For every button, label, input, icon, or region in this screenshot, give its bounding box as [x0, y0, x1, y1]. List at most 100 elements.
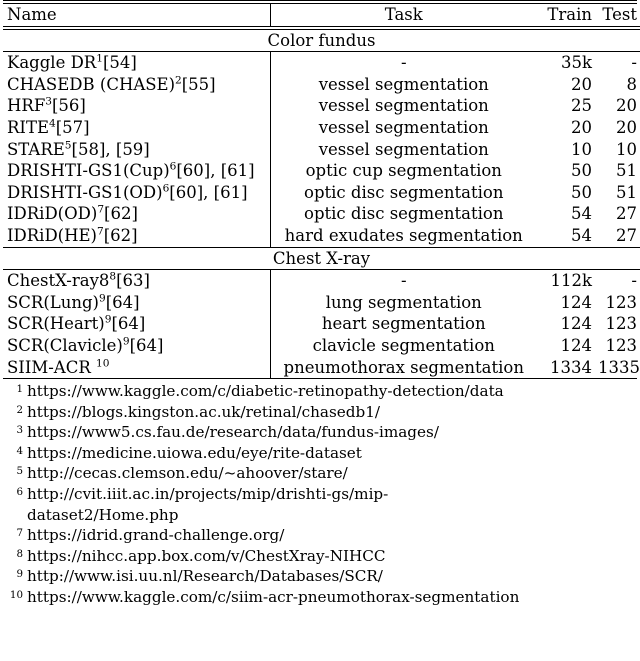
train-cell: 50 [571, 161, 592, 181]
citation-refs: [63] [116, 271, 150, 291]
footnote-url[interactable]: https://www5.cs.fau.de/research/data/fun… [27, 422, 637, 443]
footnote-marker[interactable]: 3 [45, 96, 52, 108]
train-cell: 1334 [550, 357, 592, 377]
table-row[interactable]: STARE5[58], [59] vessel segmentation 10 10 [3, 138, 640, 161]
footnote-item: 2 https://blogs.kingston.ac.uk/retinal/ch… [3, 402, 637, 423]
dataset-name-text: STARE [7, 139, 65, 159]
task-cell: clavicle segmentation [269, 334, 537, 357]
citation-refs: [56] [51, 96, 86, 116]
citation-refs: [60], [61] [169, 182, 248, 202]
table-row[interactable]: ChestX-ray88[63] -112k - [3, 270, 640, 292]
footnote-marker[interactable]: 9 [99, 292, 106, 304]
footnote-marker[interactable]: 7 [97, 225, 104, 237]
section-header-row: Color fundus [3, 30, 640, 52]
task-cell: pneumothorax segmentation [269, 356, 537, 379]
column-header-test: Test [602, 5, 637, 24]
footnote-item: 1 https://www.kaggle.com/c/diabetic-retin… [3, 381, 637, 402]
dataset-name-text: SCR(Clavicle) [7, 335, 123, 355]
table-row[interactable]: Kaggle DR1[54] -35k - [3, 52, 640, 74]
footnote-url[interactable]: https://www.kaggle.com/c/siim-acr-pneumo… [27, 587, 637, 608]
footnote-item: 8 https://nihcc.app.box.com/v/ChestXray-N… [3, 546, 637, 567]
footnote-url-line: https://idrid.grand-challenge.org/ [27, 526, 285, 545]
test-cell: - [631, 53, 637, 73]
footnote-url[interactable]: http://cecas.clemson.edu/~ahoover/stare/ [27, 463, 637, 484]
table-row[interactable]: HRF3[56] vessel segmentation 25 20 [3, 95, 640, 117]
footnote-marker[interactable]: 2 [175, 74, 182, 86]
train-cell: 124 [560, 314, 593, 334]
table-row[interactable]: SIIM-ACR 10 pneumothorax segmentation 1334… [3, 356, 640, 379]
table-row[interactable]: SCR(Lung)9[64] lung segmentation 124 123 [3, 291, 640, 314]
test-cell: 20 [616, 117, 637, 137]
train-cell: 20 [571, 74, 592, 94]
footnote-url[interactable]: http://www.isi.uu.nl/Research/Databases/… [27, 566, 637, 587]
citation-refs: [64] [105, 292, 140, 312]
footnote-url-line: https://www5.cs.fau.de/research/data/fun… [27, 423, 439, 442]
footnote-url[interactable]: https://www.kaggle.com/c/diabetic-retino… [27, 381, 637, 402]
footnote-item: 9 http://www.isi.uu.nl/Research/Databases… [3, 566, 637, 587]
test-cell: 123 [605, 335, 638, 355]
column-header-train: Train [547, 5, 592, 24]
footnote-marker[interactable]: 10 [96, 357, 109, 369]
table-body: Name Task Train Test Color fundus Kaggle DR1[… [3, 4, 640, 379]
table-row[interactable]: RITE4[57] vessel segmentation 20 20 [3, 116, 640, 139]
train-cell: 124 [560, 335, 593, 355]
footnote-number: 7 [16, 527, 23, 540]
footnote-item: 4 https://medicine.uiowa.edu/eye/rite-dat… [3, 443, 637, 464]
footnote-marker[interactable]: 5 [65, 139, 72, 151]
footnote-marker[interactable]: 9 [123, 335, 130, 347]
table-row[interactable]: DRISHTI-GS1(Cup)6[60], [61] optic cup seg… [3, 160, 640, 182]
test-cell: 123 [605, 292, 638, 312]
footnote-url[interactable]: https://blogs.kingston.ac.uk/retinal/cha… [27, 402, 637, 423]
footnote-url[interactable]: https://idrid.grand-challenge.org/ [27, 525, 637, 546]
section-title: Color fundus [267, 30, 376, 50]
citation-refs: [64] [111, 314, 146, 334]
dataset-name-cell: Kaggle DR1[54] [3, 52, 270, 74]
citation-refs: [62] [103, 225, 138, 245]
footnote-url[interactable]: http://cvit.iiit.ac.in/projects/mip/dris… [27, 484, 637, 525]
dataset-name-text: DRISHTI-GS1(Cup) [7, 161, 170, 181]
dataset-name-text: RITE [7, 117, 49, 137]
section-header-row: Chest X-ray [3, 248, 640, 270]
footnote-item: 5 http://cecas.clemson.edu/~ahoover/stare… [3, 463, 637, 484]
test-cell: 51 [616, 182, 637, 202]
dataset-name-text: SIIM-ACR [7, 357, 97, 377]
train-cell: 10 [571, 139, 592, 159]
dataset-name-cell: SCR(Clavicle)9[64] [3, 335, 270, 357]
citation-refs: [58], [59] [71, 139, 150, 159]
footnote-marker[interactable]: 4 [49, 117, 56, 129]
column-header-name: Name [7, 5, 57, 24]
dataset-name-cell: RITE4[57] [3, 117, 270, 139]
footnote-url-line: https://medicine.uiowa.edu/eye/rite-data… [27, 443, 362, 462]
dataset-name-text: CHASEDB (CHASE) [7, 74, 176, 94]
footnote-item: 7 https://idrid.grand-challenge.org/ [3, 525, 637, 546]
footnote-number: 5 [16, 465, 23, 478]
footnote-url-line: https://blogs.kingston.ac.uk/retinal/cha… [27, 402, 380, 421]
footnote-url[interactable]: https://medicine.uiowa.edu/eye/rite-data… [27, 443, 637, 464]
table-row[interactable]: SCR(Heart)9[64] heart segmentation 124 123 [3, 313, 640, 335]
table-row[interactable]: IDRiD(OD)7[62] optic disc segmentation 54 2… [3, 203, 640, 225]
footnote-url-continuation: dataset2/Home.php [27, 505, 179, 524]
table-row[interactable]: CHASEDB (CHASE)2[55] vessel segmentation 2… [3, 73, 640, 96]
footnote-item: 3 https://www5.cs.fau.de/research/data/fu… [3, 422, 637, 443]
dataset-name-cell: ChestX-ray88[63] [3, 270, 270, 292]
task-cell: optic disc segmentation [269, 181, 537, 204]
train-cell: 20 [571, 117, 592, 137]
citation-refs: [55] [181, 74, 216, 94]
section-title: Chest X-ray [272, 248, 371, 268]
datasets-table: Name Task Train Test Color fundus Kaggle DR1[… [3, 4, 640, 379]
train-cell: 35k [561, 53, 592, 73]
dataset-name-text: SCR(Heart) [7, 314, 105, 334]
train-cell: 25 [571, 96, 592, 116]
test-cell: 1335 [598, 357, 640, 377]
footnote-url[interactable]: https://nihcc.app.box.com/v/ChestXray-NI… [27, 546, 637, 567]
dataset-name-text: ChestX-ray8 [7, 271, 110, 291]
footnote-marker[interactable]: 1 [96, 53, 103, 65]
table-row[interactable]: DRISHTI-GS1(OD)6[60], [61] optic disc seg… [3, 181, 640, 204]
table-row[interactable]: SCR(Clavicle)9[64] clavicle segmentation 1… [3, 334, 640, 357]
footnote-list: 1 https://www.kaggle.com/c/diabetic-retin… [3, 379, 637, 608]
train-cell: 124 [560, 292, 593, 312]
dataset-name-text: IDRiD(HE) [7, 225, 97, 245]
train-cell: 112k [550, 271, 593, 291]
table-row[interactable]: IDRiD(HE)7[62] hard exudates segmentation… [3, 224, 640, 247]
footnote-url-line: http://www.isi.uu.nl/Research/Databases/… [27, 567, 383, 586]
